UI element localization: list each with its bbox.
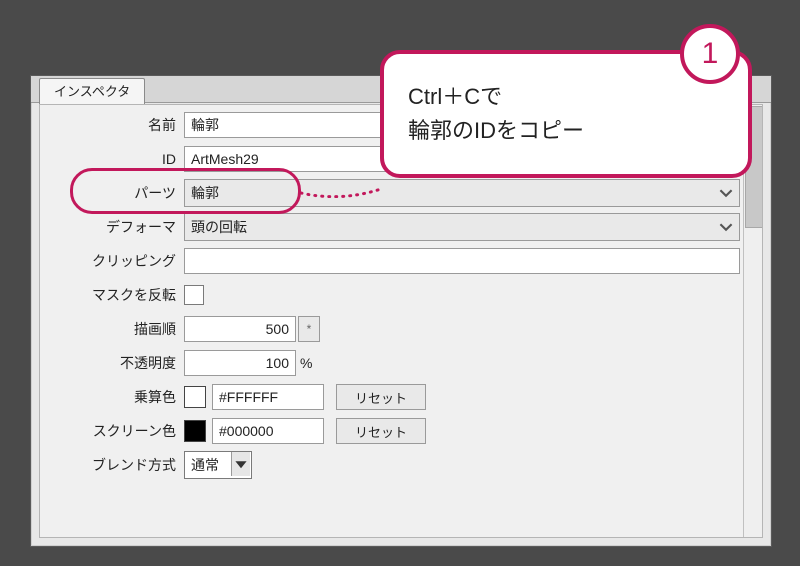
dropdown-parts[interactable]: 輪郭 <box>184 179 740 207</box>
reset-multiply-button[interactable]: リセット <box>336 384 426 410</box>
dropdown-parts-value: 輪郭 <box>191 183 219 203</box>
select-blend-value: 通常 <box>191 455 219 475</box>
row-deformer: デフォーマ 頭の回転 <box>44 213 740 241</box>
select-blend-mode[interactable]: 通常 <box>184 451 252 479</box>
input-clipping[interactable] <box>184 248 740 274</box>
reset-screen-button[interactable]: リセット <box>336 418 426 444</box>
input-multiply-hex[interactable]: #FFFFFF <box>212 384 324 410</box>
label-multiply-color: 乗算色 <box>44 387 184 407</box>
tab-inspector[interactable]: インスペクタ <box>39 78 145 107</box>
row-screen-color: スクリーン色 #000000 リセット <box>44 417 740 445</box>
row-multiply-color: 乗算色 #FFFFFF リセット <box>44 383 740 411</box>
draw-order-options-button[interactable]: * <box>298 316 320 342</box>
chevron-down-icon <box>231 452 250 476</box>
row-blend-mode: ブレンド方式 通常 <box>44 451 740 479</box>
dropdown-deformer[interactable]: 頭の回転 <box>184 213 740 241</box>
label-invert-mask: マスクを反転 <box>44 285 184 305</box>
label-parts: パーツ <box>44 183 184 203</box>
annotation-line-2: 輪郭のIDをコピー <box>408 114 748 148</box>
label-deformer: デフォーマ <box>44 217 184 237</box>
label-blend-mode: ブレンド方式 <box>44 455 184 475</box>
input-opacity[interactable]: 100 <box>184 350 296 376</box>
row-parts: パーツ 輪郭 <box>44 179 740 207</box>
label-id: ID <box>44 151 184 167</box>
chevron-down-icon <box>719 186 733 203</box>
annotation-step-badge: 1 <box>680 24 740 84</box>
input-screen-hex[interactable]: #000000 <box>212 418 324 444</box>
dropdown-deformer-value: 頭の回転 <box>191 217 247 237</box>
checkbox-invert-mask[interactable] <box>184 285 204 305</box>
label-draw-order: 描画順 <box>44 319 184 339</box>
row-clipping: クリッピング <box>44 247 740 275</box>
row-invert-mask: マスクを反転 <box>44 281 740 309</box>
label-name: 名前 <box>44 115 184 135</box>
label-opacity: 不透明度 <box>44 353 184 373</box>
label-clipping: クリッピング <box>44 251 184 271</box>
row-opacity: 不透明度 100 % <box>44 349 740 377</box>
row-draw-order: 描画順 500 * <box>44 315 740 343</box>
swatch-screen[interactable] <box>184 420 206 442</box>
input-draw-order[interactable]: 500 <box>184 316 296 342</box>
label-screen-color: スクリーン色 <box>44 421 184 441</box>
annotation-line-1: Ctrl＋Cで <box>408 80 748 114</box>
swatch-multiply[interactable] <box>184 386 206 408</box>
opacity-unit: % <box>300 355 312 371</box>
chevron-down-icon <box>719 220 733 237</box>
